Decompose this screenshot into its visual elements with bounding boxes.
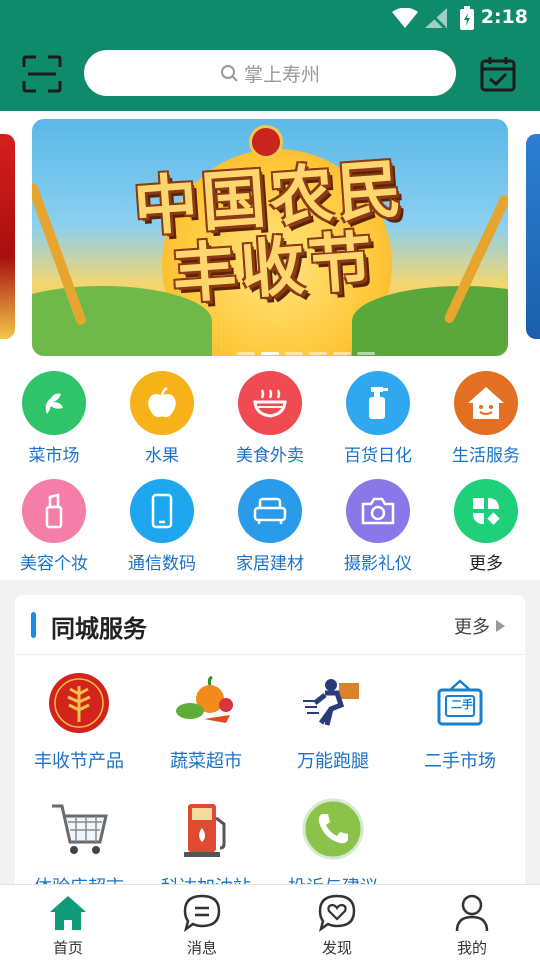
camera-icon [346,479,410,543]
category-beauty[interactable]: 美容个妆 [0,479,108,574]
nav-label: 首页 [52,939,83,957]
service-errand-runner[interactable]: 万能跑腿 [269,671,397,773]
service-vegetable-supermarket[interactable]: 蔬菜超市 [142,671,270,773]
service-label: 蔬菜超市 [170,751,242,772]
second-hand-sign-icon: 二手 [428,671,492,735]
category-vegetable-market[interactable]: 菜市场 [0,371,108,466]
category-label: 摄影礼仪 [344,554,412,574]
status-bar: 2:18 [0,0,540,36]
service-label: 二手市场 [424,751,496,772]
carousel-dot [309,352,327,355]
search-placeholder: 掌上寿州 [243,63,320,86]
signal-icon [425,8,447,28]
chevron-right-icon [496,620,505,632]
phone-icon [130,479,194,543]
category-label: 生活服务 [452,446,520,466]
category-home-building[interactable]: 家居建材 [216,479,324,574]
discover-icon [315,891,359,935]
category-label: 美容个妆 [20,554,88,574]
fuel-pump-icon [174,797,238,861]
category-photography[interactable]: 摄影礼仪 [324,479,432,574]
header-bar: 2:18 掌上寿州 [0,0,540,111]
service-label: 丰收节产品 [34,751,124,772]
nav-label: 发现 [321,939,352,957]
wifi-icon [392,8,418,28]
category-label: 通信数码 [128,554,196,574]
banner-next-card[interactable] [526,134,540,339]
banner-prev-card[interactable] [0,134,15,339]
section-title: 同城服务 [51,615,147,643]
category-life-services[interactable]: 生活服务 [432,371,540,466]
more-label: 更多 [454,617,490,638]
more-link[interactable]: 更多 [454,613,505,639]
category-label: 家居建材 [236,554,304,574]
carousel-dot [357,352,375,355]
carousel-dot [333,352,351,355]
house-icon [454,371,518,435]
second-hand-sign-text: 二手 [451,698,473,711]
calendar-icon[interactable] [479,55,517,93]
scan-icon[interactable] [22,55,62,93]
cart-icon [47,797,111,861]
category-grid: 菜市场 水果 美食外卖 百货日化 生活服务 美容个妆 通信数码 家居建材 摄影礼… [0,369,540,580]
service-harvest-products[interactable]: 丰收节产品 [15,671,143,773]
harvest-emblem-icon [47,671,111,735]
apple-icon [130,371,194,435]
category-more[interactable]: 更多 [432,479,540,574]
category-label: 美食外卖 [236,446,304,466]
nav-home[interactable]: 首页 [28,891,108,958]
service-label: 万能跑腿 [297,751,369,772]
bowl-icon [238,371,302,435]
service-second-hand-market[interactable]: 二手 二手市场 [396,671,524,773]
category-fruit[interactable]: 水果 [108,371,216,466]
lipstick-icon [22,479,86,543]
profile-icon [450,891,494,935]
category-label: 菜市场 [28,446,80,466]
grid-icon [454,479,518,543]
category-food-delivery[interactable]: 美食外卖 [216,371,324,466]
nav-profile[interactable]: 我的 [432,891,512,958]
bottle-icon [346,371,410,435]
message-icon [180,891,224,935]
carousel-indicator [237,352,375,355]
category-digital[interactable]: 通信数码 [108,479,216,574]
banner-carousel[interactable]: 中国农民 丰收节 [0,111,540,369]
carousel-dot [285,352,303,355]
category-label: 百货日化 [344,446,412,466]
nav-discover[interactable]: 发现 [297,891,377,958]
nav-label: 我的 [456,939,487,957]
bottom-navigation: 首页 消息 发现 我的 [0,884,540,960]
carousel-dot [237,352,255,355]
nav-messages[interactable]: 消息 [162,891,242,958]
courier-icon [301,671,365,735]
section-header: 同城服务 更多 [15,595,525,655]
search-icon [220,65,238,82]
category-label: 水果 [145,446,179,466]
carousel-dot-active [261,352,279,355]
home-icon [46,891,90,935]
phone-call-icon [301,797,365,861]
harvest-emblem-icon [249,125,283,159]
vegetables-icon [174,671,238,735]
nav-label: 消息 [186,939,217,957]
search-input[interactable]: 掌上寿州 [84,50,456,96]
battery-icon [460,6,474,30]
local-services-card: 同城服务 更多 丰收节产品 蔬菜超市 万能跑腿 二手 二手市场 体验 [15,595,525,898]
status-time: 2:18 [480,6,528,28]
category-department-store[interactable]: 百货日化 [324,371,432,466]
sofa-icon [238,479,302,543]
banner-slide[interactable]: 中国农民 丰收节 [32,119,508,356]
vegetable-icon [22,371,86,435]
category-label: 更多 [469,554,503,574]
banner-title: 中国农民 丰收节 [117,153,426,315]
section-accent-bar [31,612,36,638]
